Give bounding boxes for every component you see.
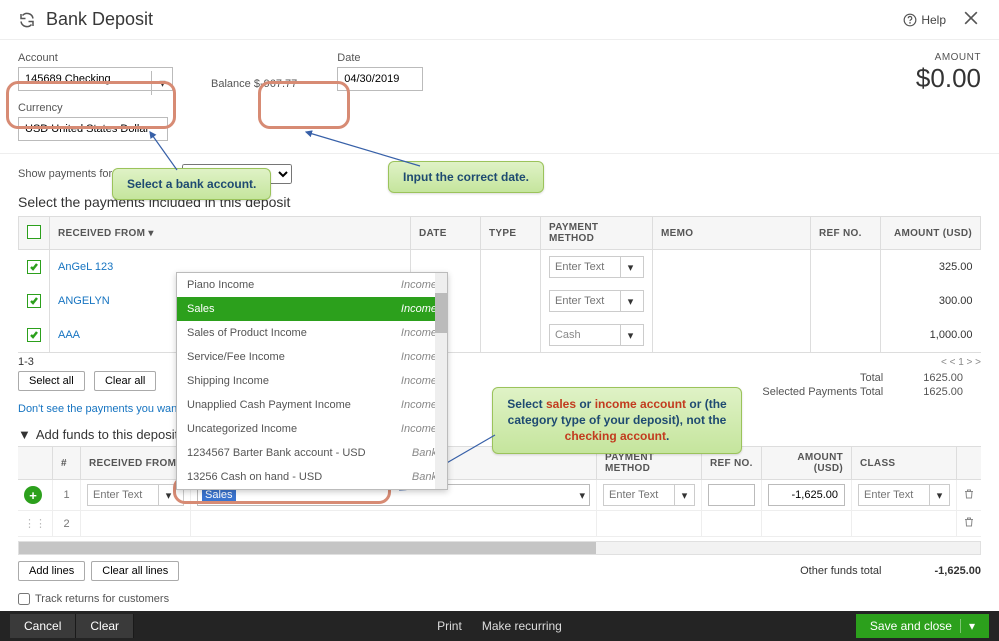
payment-row: AAA ▾ 1,000.00: [19, 318, 981, 352]
refresh-icon[interactable]: [18, 11, 36, 29]
col-amount[interactable]: AMOUNT (USD): [881, 217, 981, 250]
add-funds-row: ⋮⋮ 2: [18, 511, 981, 537]
add-row-button[interactable]: +: [24, 486, 42, 504]
help-label: Help: [921, 13, 946, 27]
payments-table: RECEIVED FROM ▾ DATE TYPE PAYMENT METHOD…: [18, 216, 981, 352]
balance-display: Balance $-967.77: [211, 78, 297, 94]
row-amount: 325.00: [881, 250, 981, 285]
row-handle[interactable]: ⋮⋮: [18, 511, 53, 537]
class-input[interactable]: ▾: [858, 484, 950, 506]
dd-option[interactable]: 13256 Cash on hand - USDBank: [177, 465, 447, 489]
delete-row-icon[interactable]: [957, 511, 982, 537]
amount-label: AMOUNT: [916, 52, 981, 63]
clear-lines-button[interactable]: Clear all lines: [91, 561, 179, 581]
from-input[interactable]: ▾: [87, 484, 184, 506]
add-lines-button[interactable]: Add lines: [18, 561, 85, 581]
col-received-from[interactable]: RECEIVED FROM ▾: [50, 217, 411, 250]
amount-input[interactable]: [768, 484, 845, 506]
track-returns-checkbox[interactable]: Track returns for customers: [18, 593, 169, 605]
currency-label: Currency: [18, 102, 168, 114]
col-type[interactable]: TYPE: [480, 217, 540, 250]
account-dropdown-panel: Piano IncomeIncomeSalesIncomeSales of Pr…: [176, 272, 448, 490]
other-funds-value: -1,625.00: [935, 565, 981, 577]
dd-option[interactable]: Unapplied Cash Payment IncomeIncome: [177, 393, 447, 417]
callout-select-account-type: Select sales or income account or (the c…: [492, 387, 742, 454]
balance-label: Balance: [211, 78, 251, 90]
received-from-link[interactable]: ANGELYN: [58, 295, 110, 307]
sel-total-label: Selected Payments Total: [762, 386, 883, 398]
print-button[interactable]: Print: [437, 619, 462, 633]
total-value: 1625.00: [923, 372, 963, 384]
col-checkbox[interactable]: [19, 217, 50, 250]
dd-option[interactable]: 1234567 Barter Bank account - USDBank: [177, 441, 447, 465]
col-method[interactable]: PAYMENT METHOD: [540, 217, 652, 250]
close-icon[interactable]: [961, 8, 981, 31]
received-from-link[interactable]: AnGeL 123: [58, 261, 113, 273]
row-num: 1: [53, 480, 81, 511]
make-recurring-button[interactable]: Make recurring: [482, 619, 562, 633]
method-input2[interactable]: ▾: [603, 484, 695, 506]
dd-option[interactable]: Sales of Product IncomeIncome: [177, 321, 447, 345]
row-checkbox[interactable]: [27, 328, 41, 342]
add-funds-table: # RECEIVED FROM ACCOUNT PAYMENT METHOD R…: [18, 446, 981, 537]
dd-scrollbar[interactable]: [435, 273, 447, 489]
other-funds-label: Other funds total: [800, 565, 881, 577]
total-label: Total: [860, 372, 883, 384]
row-range: 1-3: [18, 356, 34, 368]
ref-input[interactable]: [708, 484, 755, 506]
horizontal-scrollbar[interactable]: [18, 541, 981, 555]
cancel-button[interactable]: Cancel: [10, 614, 76, 638]
clear-all-button[interactable]: Clear all: [94, 371, 156, 391]
help-button[interactable]: Help: [903, 13, 946, 27]
method-input[interactable]: ▾: [549, 256, 644, 278]
amount-display: AMOUNT $0.00: [916, 52, 981, 94]
amount-value: $0.00: [916, 63, 981, 94]
balance-value: $-967.77: [254, 78, 297, 90]
account-label: Account: [18, 52, 173, 64]
date-input[interactable]: [337, 67, 423, 91]
payment-row: AnGeL 123 ▾ 325.00: [19, 250, 981, 285]
col-num: #: [53, 447, 81, 480]
row-amount: 300.00: [881, 284, 981, 318]
pager[interactable]: < < 1 > >: [941, 357, 981, 368]
row-num: 2: [53, 511, 81, 537]
dd-option[interactable]: Shipping IncomeIncome: [177, 369, 447, 393]
select-all-button[interactable]: Select all: [18, 371, 85, 391]
col-memo[interactable]: MEMO: [652, 217, 810, 250]
sel-total-value: 1625.00: [923, 386, 963, 398]
page-header: Bank Deposit Help: [0, 0, 999, 40]
dd-option[interactable]: Uncategorized IncomeIncome: [177, 417, 447, 441]
account-dd-arrow[interactable]: ▾: [151, 71, 173, 95]
received-from-link[interactable]: AAA: [58, 329, 80, 341]
add-funds-row: + 1 ▾ Sales▾ ▾ ▾: [18, 480, 981, 511]
dd-option[interactable]: SalesIncome: [177, 297, 447, 321]
method-input[interactable]: ▾: [549, 324, 644, 346]
col-class: CLASS: [852, 447, 957, 480]
row-amount: 1,000.00: [881, 318, 981, 352]
row-checkbox[interactable]: [27, 294, 41, 308]
save-close-button[interactable]: Save and close▾: [856, 614, 989, 638]
callout-bank-account: Select a bank account.: [112, 168, 271, 200]
delete-row-icon[interactable]: [957, 480, 982, 511]
clear-button[interactable]: Clear: [76, 614, 134, 638]
col-ref[interactable]: REF NO.: [811, 217, 881, 250]
col-date[interactable]: DATE: [410, 217, 480, 250]
bottom-bar: Cancel Clear Print Make recurring Save a…: [0, 611, 999, 641]
payment-row: ANGELYN ▾ 300.00: [19, 284, 981, 318]
date-label: Date: [337, 52, 423, 64]
dd-option[interactable]: Piano IncomeIncome: [177, 273, 447, 297]
callout-date: Input the correct date.: [388, 161, 544, 193]
currency-select[interactable]: [18, 117, 168, 141]
row-checkbox[interactable]: [27, 260, 41, 274]
col-amount2: AMOUNT (USD): [762, 447, 852, 480]
account-select[interactable]: [18, 67, 173, 91]
col-from: RECEIVED FROM: [81, 447, 191, 480]
top-fields: Account ▾ Balance $-967.77 Date AMOUNT $…: [0, 40, 999, 98]
method-input[interactable]: ▾: [549, 290, 644, 312]
page-title: Bank Deposit: [46, 9, 903, 30]
dd-option[interactable]: Service/Fee IncomeIncome: [177, 345, 447, 369]
